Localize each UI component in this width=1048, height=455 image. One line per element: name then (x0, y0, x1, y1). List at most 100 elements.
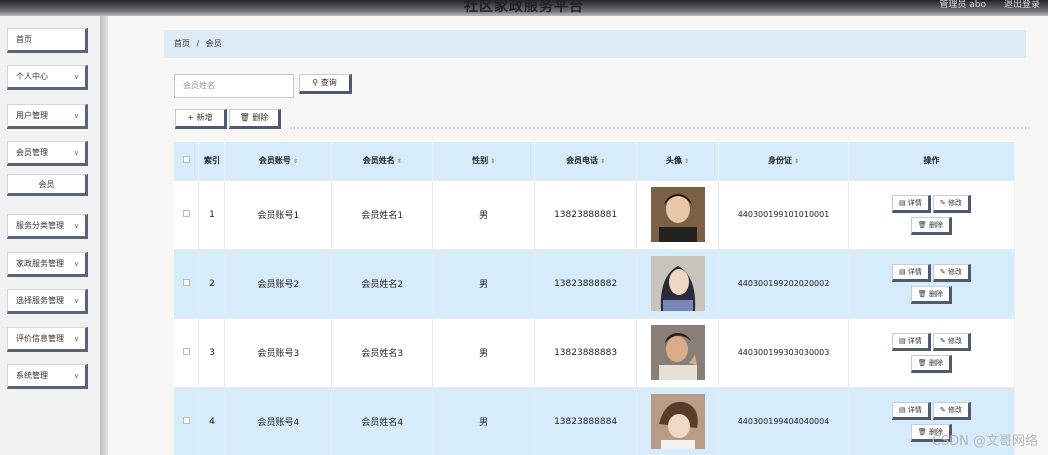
row-checkbox[interactable] (182, 416, 190, 424)
col-gender[interactable]: 性别 ⇕ (432, 142, 536, 180)
cell-actions: ▤ 详情 ✎ 修改 🗑 删除 (848, 179, 1016, 249)
col-phone[interactable]: 会员电话 ⇕ (534, 142, 638, 180)
sidebar-item-label: 系统管理 (16, 371, 48, 380)
edit-button[interactable]: ✎ 修改 (932, 263, 971, 282)
sidebar-item-users[interactable]: 用户管理 ∨ (7, 104, 88, 129)
sidebar-item-housekeeping[interactable]: 家政服务管理 ∨ (7, 252, 88, 277)
detail-button[interactable]: ▤ 详情 (892, 401, 931, 420)
cell-phone: 13823888884 (534, 386, 638, 455)
current-user: 管理员 abo (939, 0, 986, 10)
cell-account: 会员账号2 (224, 248, 333, 318)
delete-button-label: 删除 (252, 113, 269, 122)
plus-icon: + (187, 113, 195, 122)
chevron-down-icon: ∨ (73, 149, 79, 157)
detail-button[interactable]: ▤ 详情 (892, 194, 931, 213)
cell-index: 2 (198, 248, 226, 318)
cell-account: 会员账号1 (224, 179, 333, 249)
sidebar-item-system[interactable]: 系统管理 ∨ (7, 364, 88, 389)
cell-name: 会员姓名2 (331, 248, 434, 318)
sidebar-item-selected-services[interactable]: 选择服务管理 ∨ (7, 289, 88, 314)
search-button-label: 查询 (320, 78, 337, 87)
col-idcard[interactable]: 身份证 ⇕ (718, 142, 849, 180)
sort-icon[interactable]: ⇕ (397, 158, 402, 165)
table-row: 1 会员账号1 会员姓名1 男 13823888881 440300199101… (174, 179, 1016, 249)
chevron-down-icon: ∨ (73, 73, 79, 81)
col-account[interactable]: 会员账号 ⇕ (224, 142, 333, 180)
search-button[interactable]: ⚲ 查询 (299, 74, 352, 94)
cell-account: 会员账号3 (224, 317, 333, 387)
cell-name: 会员姓名3 (331, 317, 434, 387)
sidebar-item-service-categories[interactable]: 服务分类管理 ∨ (7, 214, 88, 239)
avatar (650, 187, 705, 242)
trash-icon: 🗑 (239, 113, 250, 122)
sidebar-subitem-member[interactable]: 会员 (7, 174, 88, 196)
sidebar-item-label: 会员管理 (16, 148, 48, 157)
sidebar-item-label: 服务分类管理 (16, 221, 64, 230)
trash-icon: 🗑 (917, 427, 927, 436)
row-checkbox[interactable] (182, 209, 190, 217)
row-checkbox[interactable] (182, 278, 190, 286)
row-checkbox[interactable] (182, 347, 190, 355)
logout-link[interactable]: 退出登录 (1004, 0, 1040, 10)
cell-idcard: 440300199202020002 (718, 248, 849, 318)
sort-icon[interactable]: ⇕ (794, 158, 799, 165)
cell-idcard: 440300199404040004 (718, 386, 849, 455)
cell-name: 会员姓名1 (331, 179, 434, 249)
breadcrumb-current: 会员 (205, 39, 222, 48)
chevron-down-icon: ∨ (73, 112, 79, 120)
edit-button[interactable]: ✎ 修改 (932, 332, 971, 351)
search-input[interactable]: 会员姓名 (174, 74, 294, 98)
col-avatar[interactable]: 头像 ⇕ (636, 142, 720, 180)
pencil-icon: ✎ (939, 336, 946, 345)
trash-icon: 🗑 (917, 289, 927, 298)
add-button[interactable]: + 新增 (175, 109, 227, 129)
cell-index: 1 (198, 179, 226, 249)
cell-gender: 男 (432, 179, 536, 249)
cell-avatar (636, 179, 720, 249)
cell-gender: 男 (432, 248, 536, 318)
edit-button[interactable]: ✎ 修改 (932, 194, 971, 213)
detail-button[interactable]: ▤ 详情 (892, 332, 931, 351)
select-all-cell[interactable] (174, 142, 200, 180)
sidebar-item-profile[interactable]: 个人中心 ∨ (7, 65, 88, 90)
cell-idcard: 440300199101010001 (718, 179, 849, 249)
chevron-down-icon: ∨ (73, 372, 79, 380)
delete-button[interactable]: 🗑 删除 (229, 109, 281, 129)
cell-avatar (636, 248, 720, 318)
sidebar-item-label: 评价信息管理 (16, 334, 64, 343)
cell-name: 会员姓名4 (331, 386, 434, 455)
sort-icon[interactable]: ⇕ (684, 158, 689, 165)
document-icon: ▤ (899, 336, 906, 345)
select-all-checkbox[interactable] (182, 156, 190, 164)
sort-icon[interactable]: ⇕ (490, 158, 495, 165)
row-delete-button[interactable]: 🗑 删除 (910, 285, 953, 304)
avatar (650, 256, 705, 311)
row-delete-button[interactable]: 🗑 删除 (910, 216, 953, 235)
edit-button[interactable]: ✎ 修改 (932, 401, 971, 420)
detail-button[interactable]: ▤ 详情 (892, 263, 931, 282)
sidebar-divider (100, 16, 108, 455)
row-delete-button[interactable]: 🗑 删除 (910, 354, 953, 373)
sidebar-item-members[interactable]: 会员管理 ∨ (7, 141, 88, 166)
sort-icon[interactable]: ⇕ (600, 158, 605, 165)
page-title: 社区家政服务平台 (464, 0, 584, 15)
sidebar: 首页 个人中心 ∨ 用户管理 ∨ 会员管理 ∨ 会员 服务分类管理 ∨ 家政服务… (0, 16, 104, 455)
table-row: 2 会员账号2 会员姓名2 男 13823888882 440300199202… (174, 248, 1016, 318)
sidebar-item-label: 首页 (16, 35, 32, 44)
document-icon: ▤ (899, 405, 906, 414)
sidebar-item-reviews[interactable]: 评价信息管理 ∨ (7, 327, 88, 352)
sidebar-item-label: 选择服务管理 (16, 296, 64, 305)
breadcrumb-home[interactable]: 首页 (174, 39, 190, 48)
members-table: 索引 会员账号 ⇕ 会员姓名 ⇕ 性别 ⇕ 会员电话 ⇕ 头像 ⇕ 身份证 ⇕ 操作 1 会… (174, 142, 1016, 455)
sort-icon[interactable]: ⇕ (293, 158, 298, 165)
table-row: 4 会员账号4 会员姓名4 男 13823888884 440300199404… (174, 386, 1016, 455)
breadcrumb: 首页 / 会员 (164, 30, 1026, 58)
sidebar-item-home[interactable]: 首页 (7, 28, 88, 53)
chevron-down-icon: ∨ (73, 222, 79, 230)
divider (290, 127, 1030, 129)
trash-icon: 🗑 (917, 220, 927, 229)
col-name[interactable]: 会员姓名 ⇕ (331, 142, 434, 180)
top-bar: 社区家政服务平台 管理员 abo 退出登录 (0, 0, 1048, 16)
chevron-down-icon: ∨ (73, 335, 79, 343)
cell-phone: 13823888881 (534, 179, 638, 249)
